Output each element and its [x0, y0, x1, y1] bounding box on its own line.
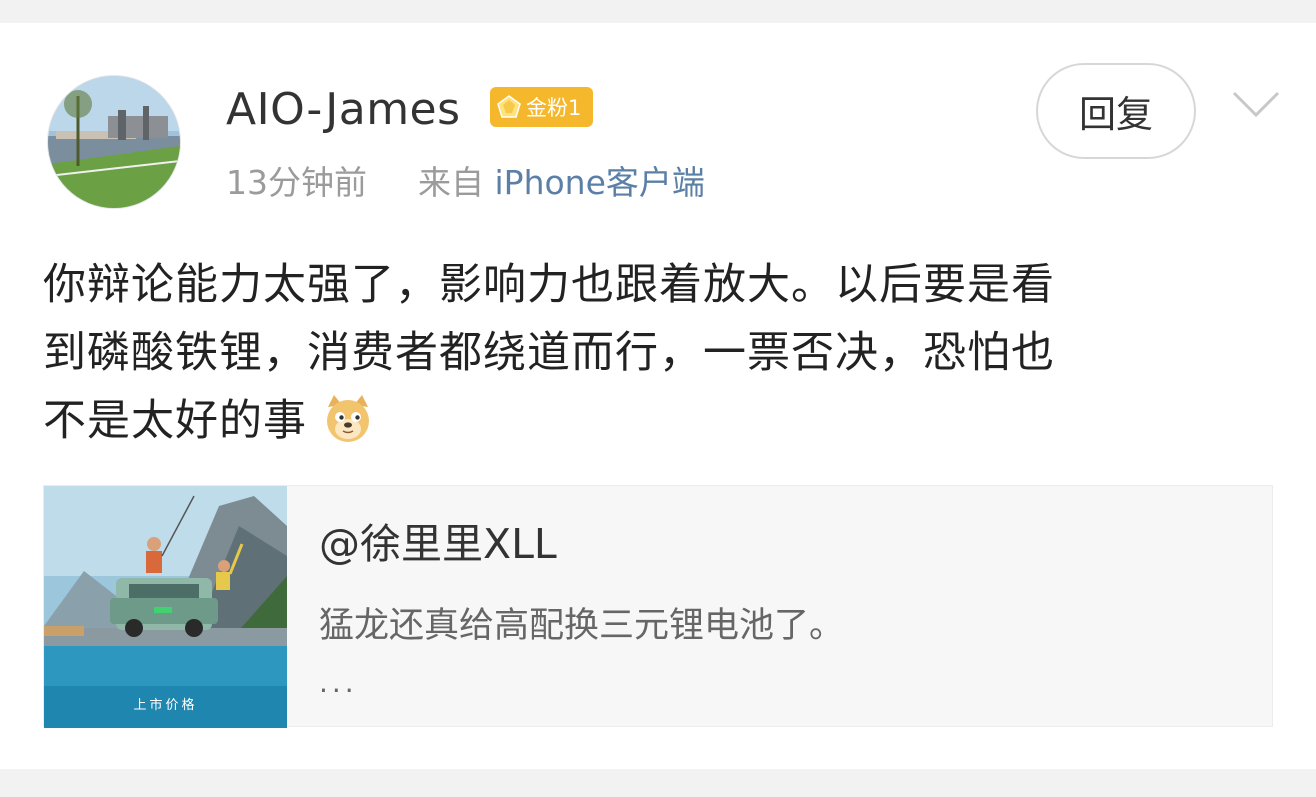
quoted-author[interactable]: @徐里里XLL	[319, 516, 557, 572]
weibo-post-card: AIO-James 金粉1 13分钟前 来自 iPhone客户端 回复 你辩论能…	[0, 23, 1316, 769]
avatar[interactable]	[47, 75, 181, 209]
doge-emoji-icon	[326, 395, 369, 442]
post-time: 13分钟前	[226, 163, 367, 202]
thumbnail-caption: 上市价格	[133, 698, 198, 713]
quoted-text: 猛龙还真给高配换三元锂电池了。	[319, 606, 845, 646]
post-text-line: 不是太好的事	[43, 396, 307, 446]
avatar-image	[48, 76, 180, 208]
post-meta: 13分钟前 来自 iPhone客户端	[226, 160, 705, 206]
chevron-down-icon[interactable]	[1230, 89, 1282, 119]
quoted-more-ellipsis: ...	[319, 666, 358, 699]
badge-label: 金粉1	[526, 96, 582, 120]
gold-fan-badge[interactable]: 金粉1	[490, 87, 594, 127]
author-name[interactable]: AIO-James	[226, 81, 461, 139]
post-text-line-last: 不是太好的事	[43, 387, 1283, 455]
post-text-line: 你辩论能力太强了，影响力也跟着放大。以后要是看	[43, 260, 1055, 310]
post-text-line: 到磷酸铁锂，消费者都绕道而行，一票否决，恐怕也	[43, 328, 1055, 378]
quoted-post-thumbnail[interactable]	[44, 486, 287, 728]
source-client-link[interactable]: iPhone客户端	[495, 163, 705, 202]
gold-fan-gem-icon	[497, 95, 521, 118]
quoted-post[interactable]: 上市价格 @徐里里XLL 猛龙还真给高配换三元锂电池了。 ...	[43, 485, 1273, 728]
from-prefix: 来自	[418, 163, 484, 202]
post-body: 你辩论能力太强了，影响力也跟着放大。以后要是看 到磷酸铁锂，消费者都绕道而行，一…	[43, 251, 1283, 455]
reply-button[interactable]: 回复	[1036, 63, 1196, 159]
